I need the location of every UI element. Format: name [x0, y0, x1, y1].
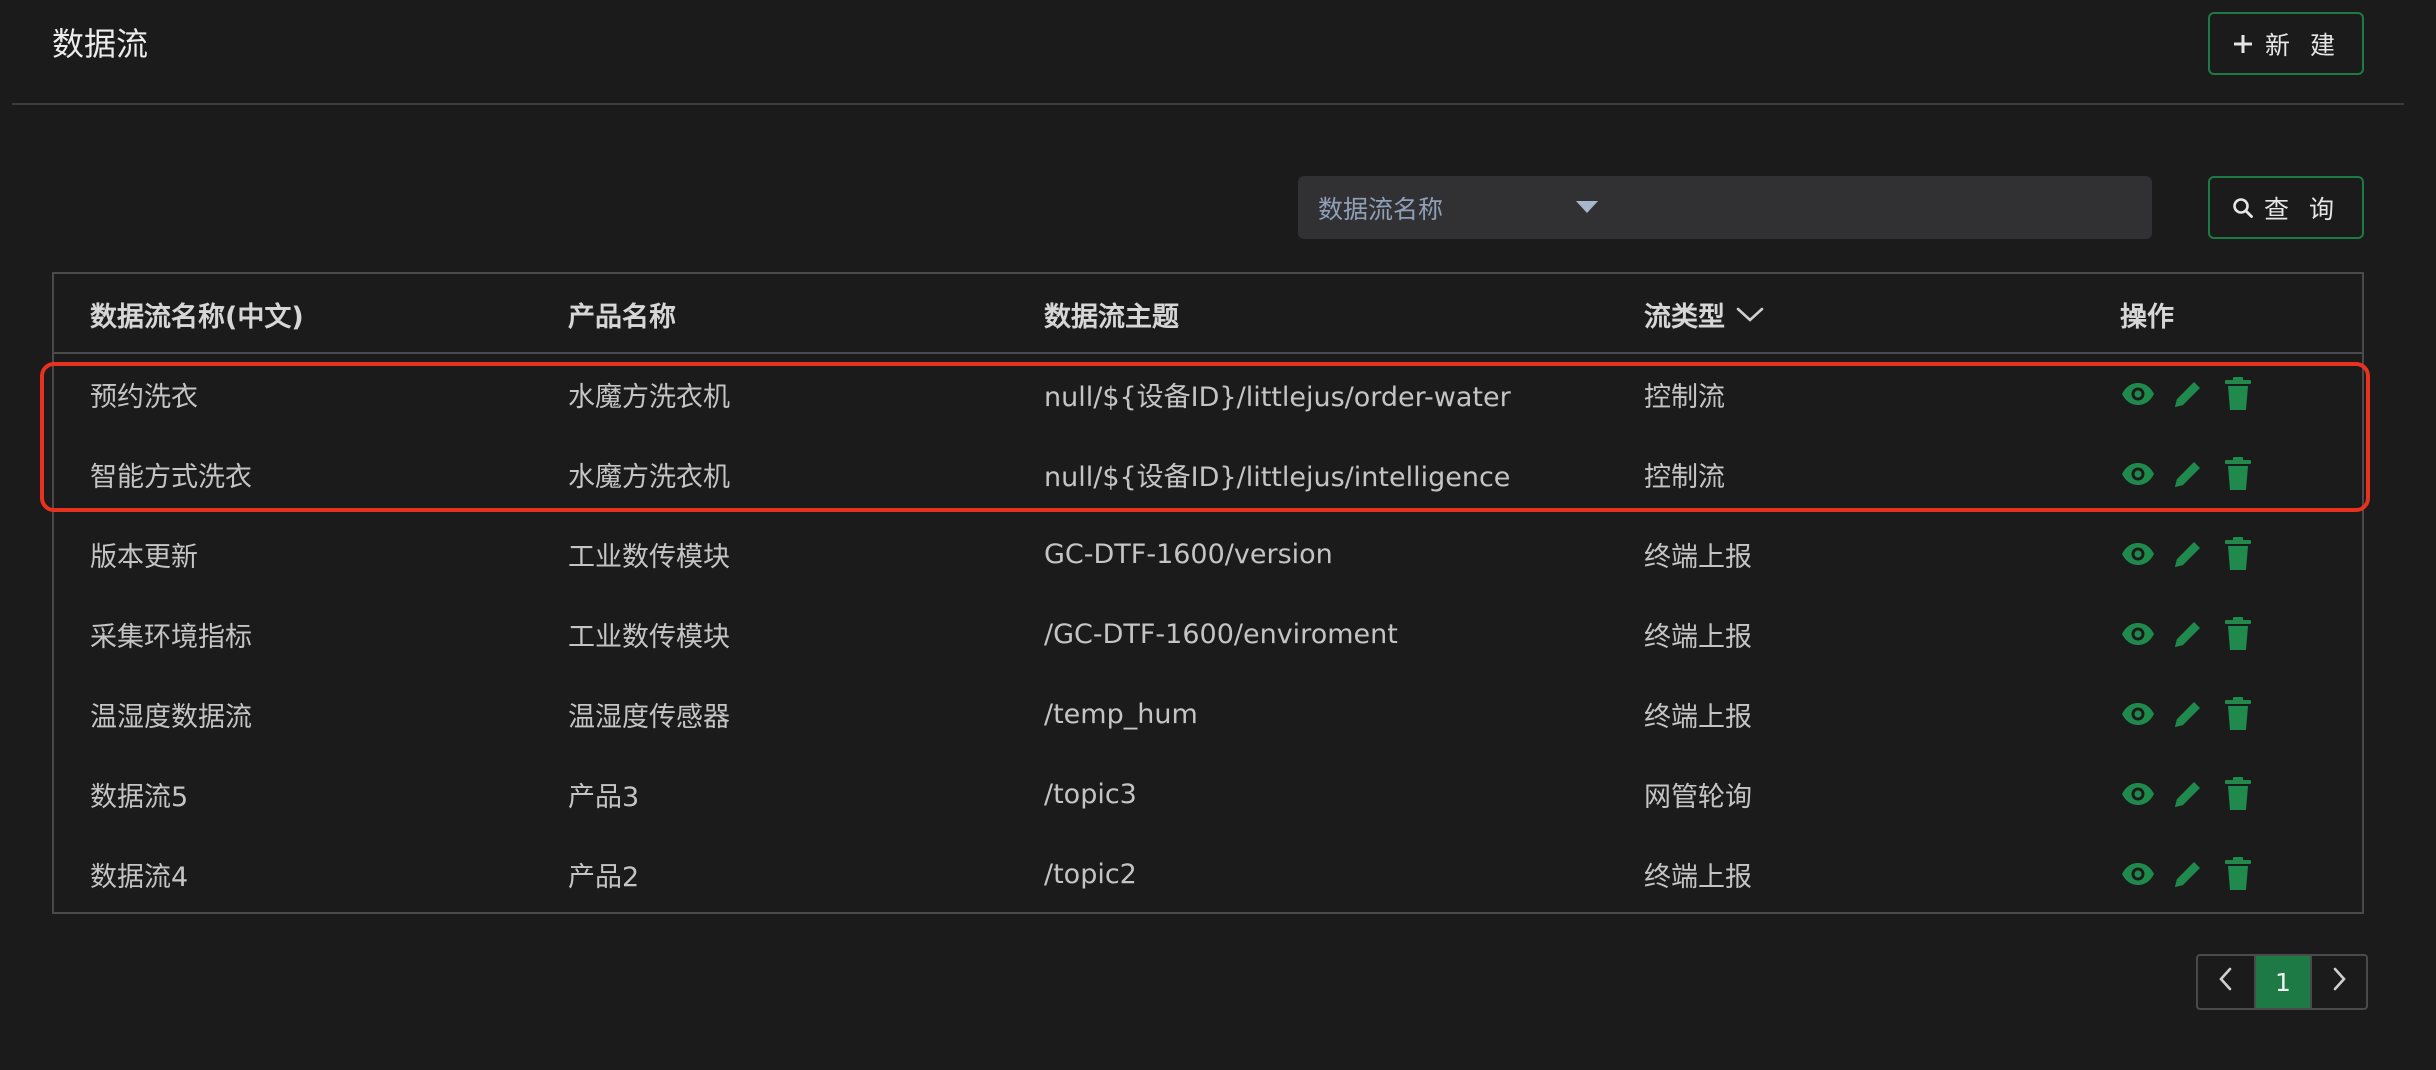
cell-product: 水魔方洗衣机 [568, 381, 730, 413]
row-actions [2120, 834, 2256, 914]
cell-topic: /topic3 [1044, 778, 1137, 810]
column-header-actions: 操作 [2120, 301, 2174, 333]
cell-product: 工业数传模块 [568, 621, 730, 653]
page-button-current[interactable]: 1 [2254, 956, 2310, 1008]
filter-bar: 数据流名称 [1298, 176, 2152, 239]
table-row: 预约洗衣 水魔方洗衣机 null/${设备ID}/littlejus/order-w… [54, 354, 2362, 434]
page-title: 数据流 [52, 25, 149, 63]
chevron-right-icon [2329, 966, 2349, 998]
eye-icon[interactable] [2120, 696, 2156, 732]
row-actions [2120, 674, 2256, 754]
cell-name: 温湿度数据流 [90, 701, 252, 733]
trash-icon[interactable] [2220, 456, 2256, 492]
cell-topic: null/${设备ID}/littlejus/intelligence [1044, 461, 1511, 493]
column-header-topic: 数据流主题 [1044, 301, 1179, 333]
cell-name: 预约洗衣 [90, 381, 198, 413]
cell-product: 水魔方洗衣机 [568, 461, 730, 493]
cell-name: 数据流5 [90, 781, 189, 813]
cell-type: 控制流 [1644, 381, 1725, 413]
cell-product: 产品3 [568, 781, 640, 813]
pencil-icon[interactable] [2170, 616, 2206, 652]
chevron-left-icon [2216, 966, 2236, 998]
row-actions [2120, 594, 2256, 674]
table-header: 数据流名称(中文) 产品名称 数据流主题 流类型 操作 [54, 274, 2362, 354]
row-actions [2120, 354, 2256, 434]
cell-product: 温湿度传感器 [568, 701, 730, 733]
cell-type: 网管轮询 [1644, 781, 1752, 813]
cell-topic: /topic2 [1044, 858, 1137, 890]
caret-down-icon [1576, 201, 1598, 213]
table-row: 数据流4 产品2/topic2 终端上报 [54, 834, 2362, 914]
trash-icon[interactable] [2220, 696, 2256, 732]
pencil-icon[interactable] [2170, 776, 2206, 812]
plus-icon [2231, 32, 2255, 56]
dataflow-page: 数据流 新 建 数据流名称 查 询 数据流名称(中文) 产品名称 数据流主题 流… [0, 0, 2436, 1070]
prev-page-button[interactable] [2198, 956, 2254, 1008]
pagination: 1 [2196, 954, 2368, 1010]
eye-icon[interactable] [2120, 536, 2156, 572]
table-row: 温湿度数据流 温湿度传感器/temp_hum 终端上报 [54, 674, 2362, 754]
cell-type: 控制流 [1644, 461, 1725, 493]
dataflow-table: 数据流名称(中文) 产品名称 数据流主题 流类型 操作 预约洗衣 水魔方洗衣机 nu… [52, 272, 2364, 914]
column-header-type-label: 流类型 [1644, 301, 1725, 333]
cell-type: 终端上报 [1644, 541, 1752, 573]
cell-topic: null/${设备ID}/littlejus/order-water [1044, 381, 1511, 413]
header-divider [12, 103, 2404, 105]
cell-name: 数据流4 [90, 861, 189, 893]
filter-field-label: 数据流名称 [1318, 194, 1444, 224]
pencil-icon[interactable] [2170, 456, 2206, 492]
eye-icon[interactable] [2120, 776, 2156, 812]
pencil-icon[interactable] [2170, 696, 2206, 732]
cell-type: 终端上报 [1644, 621, 1752, 653]
table-row: 智能方式洗衣 水魔方洗衣机 null/${设备ID}/littlejus/intel… [54, 434, 2362, 514]
row-actions [2120, 754, 2256, 834]
search-button-label: 查 询 [2264, 194, 2340, 224]
eye-icon[interactable] [2120, 616, 2156, 652]
row-actions [2120, 514, 2256, 594]
cell-name: 版本更新 [90, 541, 198, 573]
column-header-product: 产品名称 [568, 301, 676, 333]
table-row: 数据流5 产品3/topic3 网管轮询 [54, 754, 2362, 834]
filter-field-select[interactable]: 数据流名称 [1298, 176, 1608, 239]
eye-icon[interactable] [2120, 856, 2156, 892]
trash-icon[interactable] [2220, 536, 2256, 572]
trash-icon[interactable] [2220, 616, 2256, 652]
cell-product: 工业数传模块 [568, 541, 730, 573]
search-icon [2232, 197, 2254, 219]
new-button[interactable]: 新 建 [2208, 12, 2364, 75]
pencil-icon[interactable] [2170, 856, 2206, 892]
trash-icon[interactable] [2220, 856, 2256, 892]
row-actions [2120, 434, 2256, 514]
cell-topic: /GC-DTF-1600/enviroment [1044, 618, 1398, 650]
column-header-name: 数据流名称(中文) [90, 301, 304, 333]
cell-name: 采集环境指标 [90, 621, 252, 653]
eye-icon[interactable] [2120, 456, 2156, 492]
pencil-icon[interactable] [2170, 376, 2206, 412]
cell-type: 终端上报 [1644, 701, 1752, 733]
trash-icon[interactable] [2220, 376, 2256, 412]
search-input[interactable] [1618, 184, 2138, 231]
cell-type: 终端上报 [1644, 861, 1752, 893]
new-button-label: 新 建 [2265, 30, 2341, 60]
cell-topic: GC-DTF-1600/version [1044, 538, 1333, 570]
column-header-type[interactable]: 流类型 [1644, 274, 1765, 354]
cell-topic: /temp_hum [1044, 698, 1198, 730]
cell-name: 智能方式洗衣 [90, 461, 252, 493]
eye-icon[interactable] [2120, 376, 2156, 412]
search-button[interactable]: 查 询 [2208, 176, 2364, 239]
next-page-button[interactable] [2310, 956, 2366, 1008]
table-row: 版本更新 工业数传模块 GC-DTF-1600/version 终端上报 [54, 514, 2362, 594]
chevron-down-icon[interactable] [1735, 304, 1765, 324]
pencil-icon[interactable] [2170, 536, 2206, 572]
cell-product: 产品2 [568, 861, 640, 893]
table-row: 采集环境指标 工业数传模块/GC-DTF-1600/enviroment 终端上报 [54, 594, 2362, 674]
trash-icon[interactable] [2220, 776, 2256, 812]
